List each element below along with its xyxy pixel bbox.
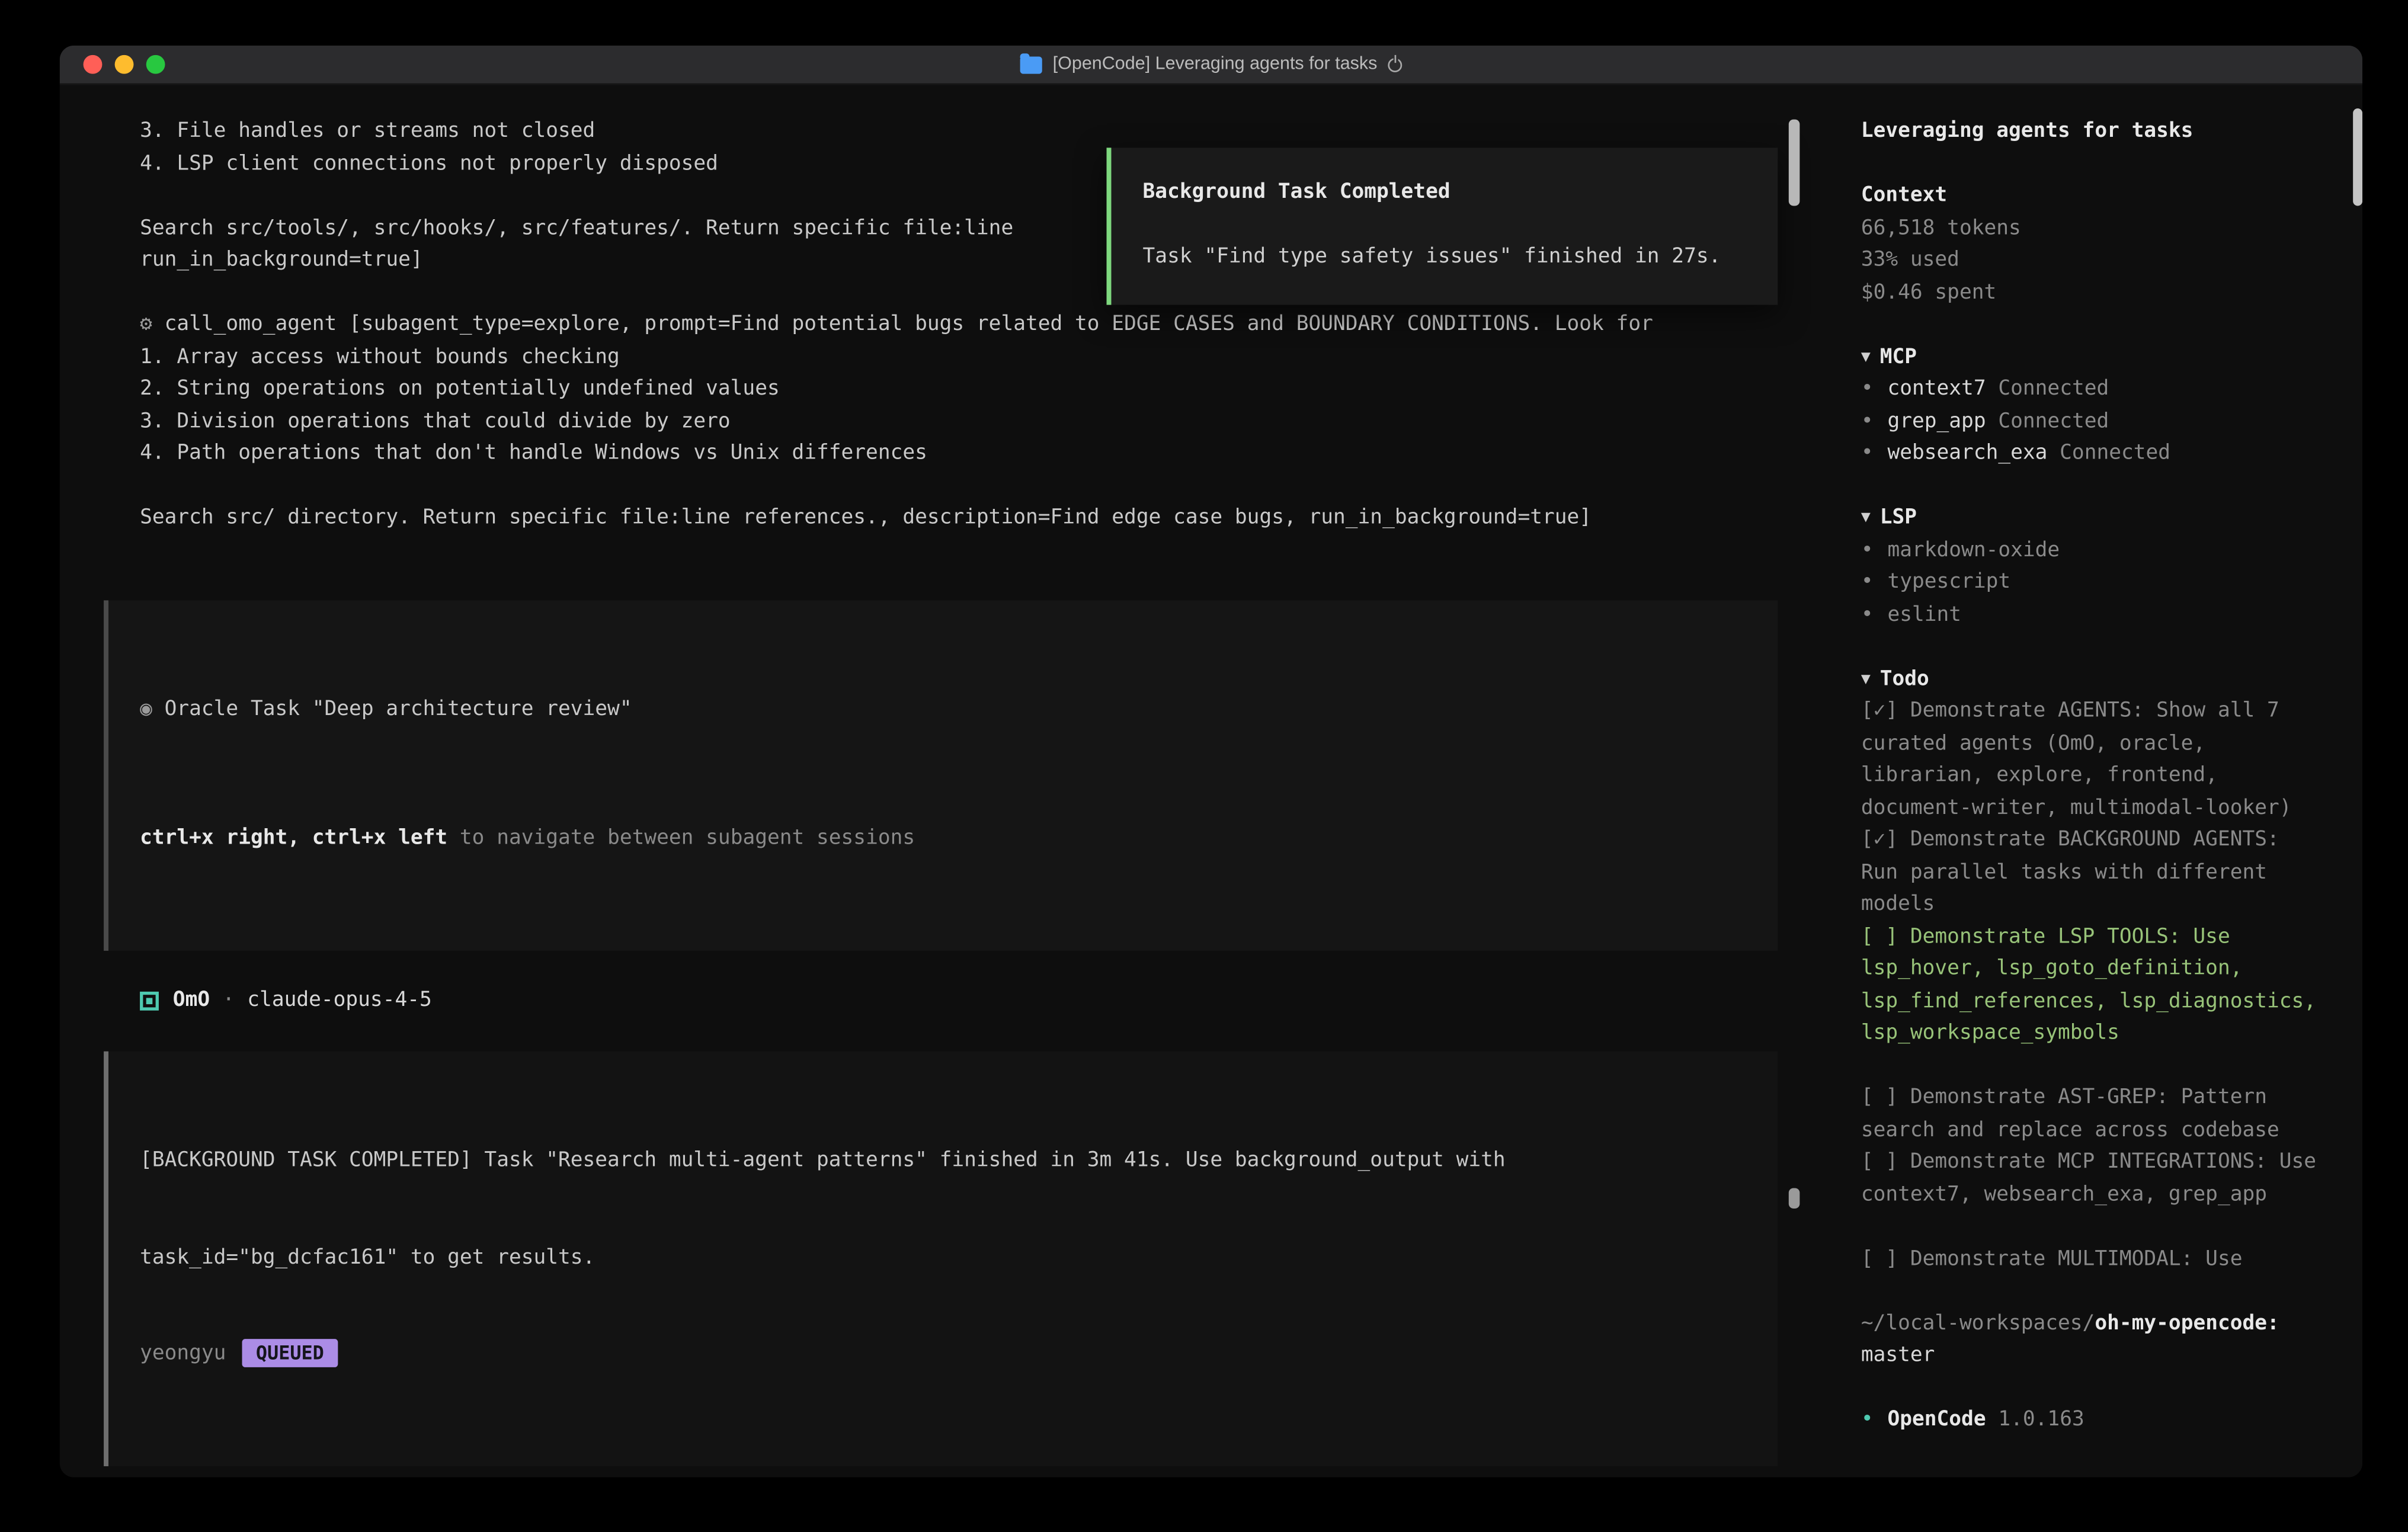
agent-model: claude-opus-4-5 bbox=[247, 985, 431, 1017]
workspace-branch: master bbox=[1861, 1341, 2328, 1373]
subagent-nav-hint: ctrl+x right, ctrl+x left to navigate be… bbox=[140, 823, 1746, 855]
workspace-repo: oh-my-opencode: bbox=[2095, 1312, 2279, 1335]
mcp-name: context7 bbox=[1887, 377, 1986, 401]
version-line: OpenCode 1.0.163 bbox=[1861, 1405, 2328, 1437]
record-icon: ◉ bbox=[140, 698, 152, 722]
todo-section-header[interactable]: ▼ Todo bbox=[1861, 664, 2328, 696]
todo-item: [ ] Demonstrate MULTIMODAL: Use bbox=[1861, 1244, 2328, 1276]
scrollback-line: 3. File handles or streams not closed bbox=[104, 116, 1834, 148]
terminal-window: [OpenCode] Leveraging agents for tasks 3… bbox=[58, 44, 2364, 1479]
workspace-path: ~/local-workspaces/oh-my-opencode: bbox=[1861, 1308, 2328, 1340]
zoom-button[interactable] bbox=[146, 55, 165, 74]
scrollback-line: 4. Path operations that don't handle Win… bbox=[104, 438, 1834, 470]
todo-item: [✓] Demonstrate BACKGROUND AGENTS: Run p… bbox=[1861, 825, 2328, 922]
background-task-toast[interactable]: Background Task Completed Task "Find typ… bbox=[1107, 148, 1778, 305]
chevron-down-icon: ▼ bbox=[1861, 670, 1871, 687]
message-line: [BACKGROUND TASK COMPLETED] Task "Resear… bbox=[140, 1146, 1746, 1178]
todo-heading: Todo bbox=[1880, 667, 1929, 691]
minimize-button[interactable] bbox=[115, 55, 134, 74]
message-line: task_id="bg_dcfac161" to get results. bbox=[140, 1242, 1746, 1274]
lsp-heading: LSP bbox=[1880, 506, 1917, 530]
workspace-path-prefix: ~/local-workspaces/ bbox=[1861, 1312, 2095, 1335]
hint-text: to navigate between subagent sessions bbox=[447, 826, 915, 850]
mcp-item: websearch_exa Connected bbox=[1861, 438, 2328, 470]
close-button[interactable] bbox=[84, 55, 103, 74]
power-icon bbox=[1388, 57, 1402, 72]
scrollback-line: Search src/ directory. Return specific f… bbox=[104, 503, 1834, 535]
oracle-task-title: Oracle Task "Deep architecture review" bbox=[165, 698, 632, 722]
lsp-item: markdown-oxide bbox=[1861, 535, 2328, 567]
todo-item: [ ] Demonstrate LSP TOOLS: Use lsp_hover… bbox=[1861, 922, 2328, 1051]
todo-item: [ ] Demonstrate AST-GREP: Pattern search… bbox=[1861, 1083, 2328, 1148]
folder-icon bbox=[1020, 56, 1042, 73]
agent-session-header: OmO · claude-opus-4-5 bbox=[104, 985, 1834, 1017]
sidebar-scrollbar-thumb[interactable] bbox=[2353, 108, 2362, 206]
mcp-status: Connected bbox=[1998, 377, 2109, 401]
lsp-section-header[interactable]: ▼ LSP bbox=[1861, 503, 2328, 535]
message-meta: yeongyu QUEUED bbox=[140, 1339, 1746, 1371]
scrollback-line: 3. Division operations that could divide… bbox=[104, 406, 1834, 438]
toast-body: Task "Find type safety issues" finished … bbox=[1143, 242, 1747, 274]
hint-keys: ctrl+x right, ctrl+x left bbox=[140, 826, 447, 850]
app-version: 1.0.163 bbox=[1998, 1408, 2084, 1432]
lsp-item: eslint bbox=[1861, 600, 2328, 632]
todo-item: [ ] Demonstrate MCP INTEGRATIONS: Use co… bbox=[1861, 1148, 2328, 1212]
agent-name: OmO bbox=[173, 985, 210, 1017]
chat-pane: 3. File handles or streams not closed 4.… bbox=[60, 85, 1834, 1477]
oracle-task-panel: ◉ Oracle Task "Deep architecture review"… bbox=[104, 600, 1778, 950]
message-block: [BACKGROUND TASK COMPLETED] Task "Resear… bbox=[104, 1052, 1778, 1466]
chevron-down-icon: ▼ bbox=[1861, 348, 1871, 366]
mcp-item: context7 Connected bbox=[1861, 374, 2328, 406]
gear-icon: ⚙ bbox=[140, 313, 152, 336]
context-used: 33% used bbox=[1861, 245, 2328, 277]
mcp-name: grep_app bbox=[1887, 409, 1986, 433]
mcp-section-header[interactable]: ▼ MCP bbox=[1861, 342, 2328, 374]
mcp-item: grep_app Connected bbox=[1861, 406, 2328, 438]
lsp-item: typescript bbox=[1861, 568, 2328, 600]
session-title: Leveraging agents for tasks bbox=[1861, 116, 2328, 148]
agent-checkbox-icon bbox=[140, 991, 159, 1010]
mcp-status: Connected bbox=[1998, 409, 2109, 433]
mcp-status: Connected bbox=[2060, 441, 2170, 465]
mcp-name: websearch_exa bbox=[1887, 441, 2047, 465]
window-titlebar[interactable]: [OpenCode] Leveraging agents for tasks bbox=[60, 46, 2362, 85]
oracle-task-title-line: ◉ Oracle Task "Deep architecture review" bbox=[140, 695, 1746, 727]
separator-dot: · bbox=[222, 985, 235, 1017]
queued-badge: QUEUED bbox=[242, 1339, 338, 1367]
screen: [OpenCode] Leveraging agents for tasks 3… bbox=[0, 0, 2408, 1532]
chevron-down-icon: ▼ bbox=[1861, 509, 1871, 526]
scrollback-line: 2. String operations on potentially unde… bbox=[104, 374, 1834, 406]
context-spent: $0.46 spent bbox=[1861, 277, 2328, 309]
session-sidebar: Leveraging agents for tasks Context 66,5… bbox=[1834, 85, 2364, 1477]
mcp-heading: MCP bbox=[1880, 345, 1917, 368]
window-title: [OpenCode] Leveraging agents for tasks bbox=[1053, 49, 1378, 81]
tool-call-text: call_omo_agent [subagent_type=explore, p… bbox=[165, 313, 1653, 336]
app-name: OpenCode bbox=[1887, 1408, 1986, 1432]
message-author: yeongyu bbox=[140, 1342, 226, 1366]
tool-call-line: ⚙ call_omo_agent [subagent_type=explore,… bbox=[104, 310, 1834, 342]
todo-item: [✓] Demonstrate AGENTS: Show all 7 curat… bbox=[1861, 696, 2328, 825]
context-heading: Context bbox=[1861, 181, 2328, 213]
scrollbar-thumb[interactable] bbox=[1789, 1188, 1800, 1208]
scrollbar-thumb[interactable] bbox=[1789, 120, 1800, 206]
scrollback-line: 1. Array access without bounds checking bbox=[104, 342, 1834, 374]
traffic-lights bbox=[84, 55, 165, 74]
toast-title: Background Task Completed bbox=[1143, 178, 1747, 210]
window-title-group: [OpenCode] Leveraging agents for tasks bbox=[1020, 49, 1402, 81]
context-tokens: 66,518 tokens bbox=[1861, 213, 2328, 245]
